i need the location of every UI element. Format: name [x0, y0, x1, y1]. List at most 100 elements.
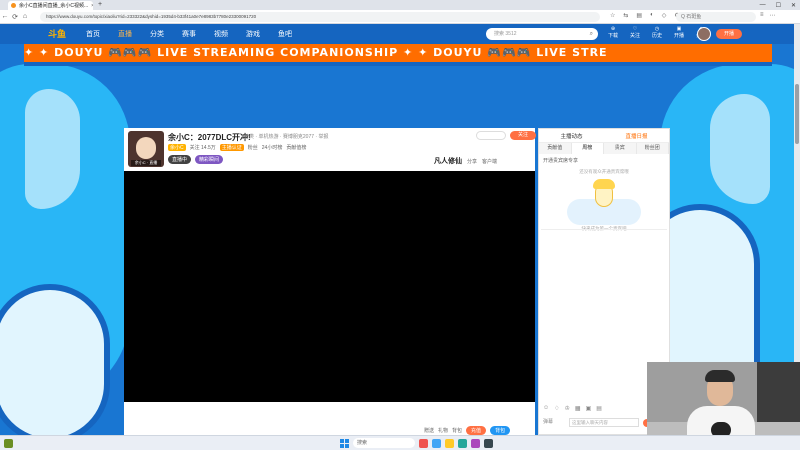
nav-category[interactable]: 分类 [150, 29, 164, 39]
home-icon[interactable]: ⌂ [20, 13, 30, 20]
taskbar-search-input[interactable]: 搜索 [353, 438, 415, 448]
streamer-avatar[interactable]: 余小C · 直播 [128, 131, 164, 167]
refresh-icon[interactable]: ⟳ [10, 13, 20, 21]
url-field[interactable]: https://www.douyu.com/topic/xiaoliu?rid=… [40, 12, 600, 22]
contribution-link[interactable]: 贡献值榜 [286, 144, 306, 151]
client-link[interactable]: 客户端 [482, 158, 497, 165]
address-bar: ← ⟳ ⌂ https://www.douyu.com/topic/xiaoli… [0, 10, 800, 24]
card-icon[interactable]: ▤ [596, 405, 602, 412]
follower-count: 关注 14.5万 [189, 145, 216, 151]
tab-contribution[interactable]: 贡献值 [539, 143, 572, 154]
room-meta[interactable]: 分类 · 单机热游 · 赛博朋克2077 · 举报 [244, 133, 328, 140]
gift-item-gift[interactable]: 礼物 [438, 427, 448, 434]
tab-weekly[interactable]: 周榜 [571, 143, 604, 154]
browser-search-input[interactable]: Q 石斑鱼 [676, 12, 756, 22]
minimize-icon[interactable]: — [760, 2, 766, 8]
start-icon[interactable] [340, 438, 349, 448]
download-icon[interactable]: ⊕ 下载 [606, 26, 620, 39]
rank-link[interactable]: 24小时榜 [262, 144, 283, 151]
loading-indicator [476, 131, 506, 140]
start-stream-button[interactable]: 开播 [716, 29, 742, 39]
header-icons: ⊕下载 ♡关注 ◷历史 ▣开播 ◆会员 [606, 26, 708, 39]
sponsor-logo[interactable]: 凡人修仙 [434, 156, 462, 166]
browser-tab[interactable]: 余小C直播间直播_余小C视频... × [8, 1, 93, 10]
back-icon[interactable]: ← [0, 13, 10, 20]
room-actions: 关注 [476, 131, 536, 140]
edge-icon[interactable] [458, 438, 467, 448]
app-icon-6[interactable] [484, 438, 493, 448]
app-icon-3[interactable] [445, 438, 454, 448]
nav-games[interactable]: 游戏 [246, 29, 260, 39]
image-icon[interactable]: ▦ [575, 405, 581, 412]
tab-close-icon[interactable]: × [91, 3, 93, 9]
douyu-logo[interactable]: 斗鱼 [48, 26, 78, 42]
gift-controls: 赠送 礼物 背包 充值 背包 [424, 426, 511, 435]
crown-icon[interactable]: ♔ [565, 405, 570, 412]
maximize-icon[interactable]: ☐ [776, 2, 781, 9]
app-icon-5[interactable] [471, 438, 480, 448]
reader-icon[interactable]: ▤ [636, 12, 642, 19]
danmaku-label[interactable]: 弹幕 [543, 418, 553, 425]
recharge-button[interactable]: 充值 [466, 426, 487, 435]
douyu-favicon-icon [11, 3, 16, 8]
nav-video[interactable]: 视频 [214, 29, 228, 39]
room-stats: 余小C 关注 14.5万 主播认证 粉丝 24小时榜 贡献值榜 [168, 144, 306, 151]
event-banner[interactable]: ✦ ✦ DOUYU 🎮🎮🎮 LIVE STREAMING COMPANIONSH… [24, 44, 772, 62]
gift-item-bag[interactable]: 背包 [452, 427, 462, 434]
mascot-illustration [567, 179, 641, 225]
nav-events[interactable]: 赛事 [182, 29, 196, 39]
close-window-icon[interactable]: ✕ [791, 2, 796, 9]
nav-home[interactable]: 首页 [86, 29, 100, 39]
browser-tab-bar: 余小C直播间直播_余小C视频... × + — ☐ ✕ [0, 0, 800, 10]
tab-vip[interactable]: 贵宾 [604, 143, 637, 154]
menu-icon[interactable]: ≡ [760, 12, 764, 19]
broadcast-icon[interactable]: ▣ 开播 [672, 26, 686, 39]
site-search-input[interactable]: 搜索 3512 ⌕ [486, 28, 598, 40]
share-link[interactable]: 分享 [467, 158, 477, 165]
more-icon[interactable]: ⋯ [770, 12, 776, 19]
follow-icon[interactable]: ♡ 关注 [628, 26, 642, 39]
fans-link[interactable]: 粉丝 [248, 144, 258, 151]
tab-fanclub[interactable]: 粉丝团 [636, 143, 669, 154]
live-pill[interactable]: 直播中 [168, 155, 192, 164]
emoji-icon[interactable]: ☺ [543, 405, 549, 412]
decor-cloud-left [0, 284, 110, 435]
follow-button[interactable]: 关注 [510, 131, 536, 140]
tab-title: 余小C直播间直播_余小C视频... [19, 3, 89, 9]
main-nav: 首页 直播 分类 赛事 视频 游戏 鱼吧 [86, 24, 292, 44]
app-icon-1[interactable] [419, 438, 428, 448]
user-avatar[interactable] [697, 27, 711, 41]
nav-live[interactable]: 直播 [118, 29, 132, 39]
daily-report-tab[interactable]: 直播日报 [625, 132, 647, 140]
search-icon[interactable]: ⌕ [590, 28, 593, 40]
decor-left-highlight [25, 89, 80, 209]
app-icon-2[interactable] [432, 438, 441, 448]
fan-icon[interactable]: ♢ [554, 405, 559, 412]
new-tab-button[interactable]: + [98, 1, 102, 8]
backpack-button[interactable]: 背包 [490, 426, 511, 435]
scrollbar-thumb[interactable] [795, 84, 799, 144]
gift-icon[interactable]: ▣ [586, 405, 592, 412]
room-right-tools: 凡人修仙 分享 客户端 [434, 156, 497, 166]
room-title: 余小C：2077DLC开冲! [168, 133, 251, 142]
os-taskbar: 搜索 [0, 435, 800, 450]
video-player[interactable] [124, 171, 535, 402]
history-icon[interactable]: ◷ 历史 [650, 26, 664, 39]
chat-tools: ☺ ♢ ♔ ▦ ▣ ▤ [543, 405, 602, 412]
lock-icon[interactable]: ◐ [650, 12, 654, 19]
chat-input[interactable]: 这里输入聊天内容 [569, 418, 639, 427]
vip-subtitle[interactable]: 开通贵宾席专享 [543, 157, 578, 164]
sidebar-header: 主播动态 直播日报 [539, 129, 669, 143]
translate-icon[interactable]: ⇆ [623, 12, 628, 19]
star-icon[interactable]: ☆ [610, 12, 615, 19]
room-header: 余小C · 直播 余小C：2077DLC开冲! 分类 · 单机热游 · 赛博朋克… [124, 128, 536, 171]
avatar-tag: 余小C · 直播 [131, 160, 161, 166]
widgets-icon[interactable] [4, 439, 13, 448]
shield-icon[interactable]: ◇ [662, 12, 667, 19]
nav-forum[interactable]: 鱼吧 [278, 29, 292, 39]
taskbar-center: 搜索 [340, 438, 493, 448]
banner-underline [24, 62, 772, 66]
highlight-pill[interactable]: 精彩瞬间 [195, 155, 224, 164]
streamer-updates-tab[interactable]: 主播动态 [560, 132, 582, 140]
gift-item-send[interactable]: 赠送 [424, 427, 434, 434]
